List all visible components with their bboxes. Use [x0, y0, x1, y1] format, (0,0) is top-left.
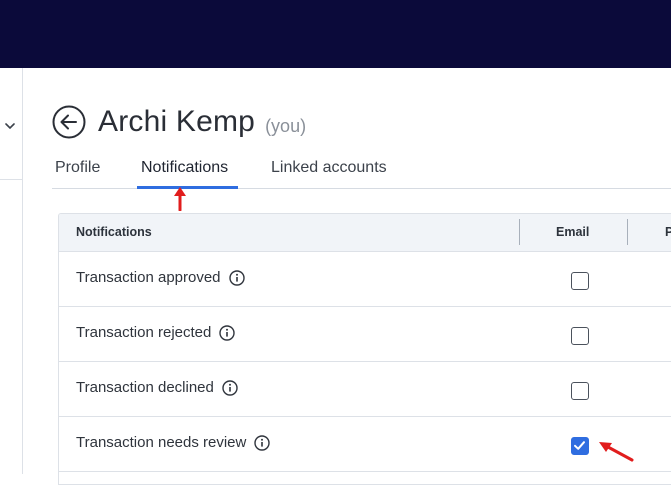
column-divider	[627, 219, 628, 245]
info-icon[interactable]	[219, 324, 236, 341]
app-header	[0, 0, 671, 68]
table-row: Transaction rejected	[59, 307, 671, 362]
notifications-table: Notifications Email P Transaction approv…	[58, 213, 671, 485]
back-arrow-circle-icon[interactable]	[52, 105, 86, 139]
email-checkbox-transaction-declined[interactable]	[571, 382, 589, 400]
info-icon[interactable]	[228, 269, 245, 286]
row-label: Transaction rejected	[76, 324, 212, 341]
left-sidebar	[0, 68, 23, 474]
checkmark-icon	[574, 441, 585, 450]
you-label: (you)	[265, 115, 307, 136]
tab-bar: Profile Notifications Linked accounts	[52, 152, 671, 189]
page-header: Archi Kemp (you)	[52, 104, 306, 140]
sidebar-divider	[0, 179, 22, 180]
page-title: Archi Kemp	[98, 105, 256, 138]
table-row: Transaction declined	[59, 362, 671, 417]
annotation-arrow-left-icon	[599, 442, 634, 462]
table-header: Notifications Email P	[59, 214, 671, 252]
email-checkbox-transaction-rejected[interactable]	[571, 327, 589, 345]
info-icon[interactable]	[222, 379, 238, 396]
tab-profile[interactable]: Profile	[55, 159, 100, 177]
table-row: Transaction approved	[59, 252, 671, 307]
column-header-email: Email	[556, 225, 590, 239]
tab-linked-accounts[interactable]: Linked accounts	[271, 159, 387, 177]
column-header-push: P	[665, 225, 671, 239]
email-checkbox-transaction-needs-review[interactable]	[571, 437, 589, 455]
annotation-arrow-up-icon	[174, 187, 186, 211]
column-header-notifications: Notifications	[76, 225, 152, 239]
row-label: Transaction approved	[76, 269, 221, 286]
email-checkbox-transaction-approved[interactable]	[571, 272, 589, 290]
row-label: Transaction declined	[76, 379, 214, 396]
tab-notifications[interactable]: Notifications	[141, 159, 228, 177]
chevron-down-icon[interactable]	[4, 120, 16, 132]
column-divider	[519, 219, 520, 245]
row-label: Transaction needs review	[76, 434, 247, 451]
table-row: Transaction needs review	[59, 417, 671, 472]
info-icon[interactable]	[254, 434, 271, 451]
